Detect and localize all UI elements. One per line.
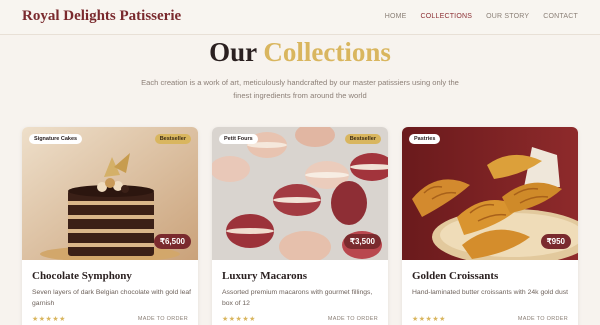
star-rating: ★★★★★ (412, 316, 446, 323)
made-to-order-label: MADE TO ORDER (517, 316, 568, 322)
product-name[interactable]: Chocolate Symphony (32, 270, 132, 282)
price-badge: ₹6,500 (153, 234, 191, 249)
star-rating: ★★★★★ (32, 316, 66, 323)
product-description: Assorted premium macarons with gourmet f… (222, 289, 373, 307)
page-subtitle: Each creation is a work of art, meticulo… (141, 78, 459, 100)
nav-link-our-story[interactable]: OUR STORY (486, 13, 529, 20)
made-to-order-label: MADE TO ORDER (327, 316, 378, 322)
product-description: Seven layers of dark Belgian chocolate w… (32, 289, 192, 307)
top-navbar: Royal Delights Patisserie HOME COLLECTIO… (0, 0, 600, 35)
product-name[interactable]: Golden Croissants (412, 270, 498, 282)
made-to-order-label: MADE TO ORDER (137, 316, 188, 322)
bestseller-badge: Bestseller (344, 134, 381, 144)
nav-link-home[interactable]: HOME (385, 13, 407, 20)
nav-link-contact[interactable]: CONTACT (543, 13, 578, 20)
product-card-golden-croissants[interactable]: Pastries ₹950 Golden Croissants Hand-lam… (402, 127, 578, 325)
page-title: Our Collections (0, 37, 600, 68)
product-image[interactable]: Pastries ₹950 (402, 127, 578, 260)
nav-links: HOME COLLECTIONS OUR STORY CONTACT (385, 13, 578, 20)
product-name[interactable]: Luxury Macarons (222, 270, 307, 282)
brand-logo[interactable]: Royal Delights Patisserie (22, 8, 181, 25)
category-badge: Signature Cakes (29, 134, 83, 144)
star-rating: ★★★★★ (222, 316, 256, 323)
price-badge: ₹3,500 (343, 234, 381, 249)
title-accent: Collections (263, 37, 391, 67)
product-image[interactable]: Signature Cakes Bestseller ₹6,500 (22, 127, 198, 260)
title-main: Our (209, 37, 257, 67)
price-badge: ₹950 (540, 234, 571, 249)
category-badge: Petit Fours (219, 134, 258, 144)
bestseller-badge: Bestseller (154, 134, 191, 144)
product-description: Hand-laminated butter croissants with 24… (412, 289, 569, 296)
nav-link-collections[interactable]: COLLECTIONS (421, 13, 473, 20)
product-card-luxury-macarons[interactable]: Petit Fours Bestseller ₹3,500 Luxury Mac… (212, 127, 388, 325)
category-badge: Pastries (409, 134, 441, 144)
product-image[interactable]: Petit Fours Bestseller ₹3,500 (212, 127, 388, 260)
product-card-chocolate-symphony[interactable]: Signature Cakes Bestseller ₹6,500 Chocol… (22, 127, 198, 325)
